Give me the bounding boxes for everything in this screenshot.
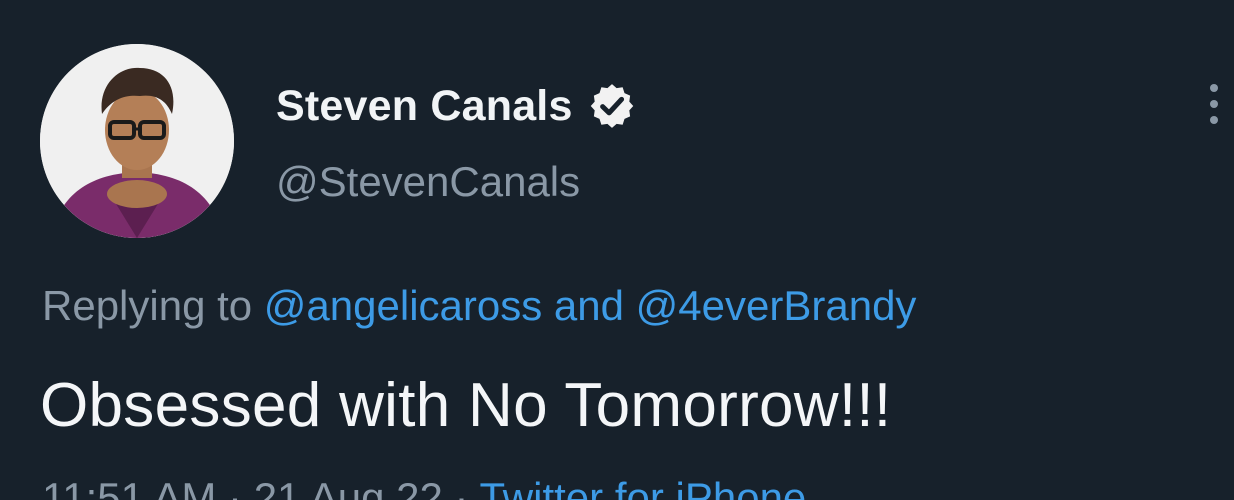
tweet-date[interactable]: 21 Aug 22: [254, 474, 443, 500]
tweet-time[interactable]: 11:51 AM: [42, 474, 216, 500]
mention-link-1[interactable]: @angelicaross: [264, 282, 542, 329]
author-handle[interactable]: @StevenCanals: [276, 158, 580, 206]
avatar[interactable]: [40, 44, 234, 238]
author-row: Steven Canals: [276, 78, 637, 134]
tweet-card: Steven Canals @StevenCanals Replying to …: [0, 0, 1234, 500]
tweet-meta: 11:51 AM · 21 Aug 22 · Twitter for iPhon…: [42, 474, 806, 500]
meta-separator-1: ·: [228, 474, 243, 500]
author-display-name[interactable]: Steven Canals: [276, 82, 573, 131]
mention-link-2[interactable]: @4everBrandy: [636, 282, 917, 329]
meta-separator-2: ·: [454, 474, 469, 500]
reply-prefix: Replying to: [42, 282, 253, 329]
tweet-text: Obsessed with No Tomorrow!!!: [40, 371, 892, 440]
reply-context: Replying to @angelicaross and @4everBran…: [42, 282, 916, 330]
verified-badge-icon: [590, 84, 633, 128]
tweet-source[interactable]: Twitter for iPhone: [479, 474, 806, 500]
avatar-image: [40, 44, 234, 238]
more-options-icon[interactable]: [1200, 80, 1228, 128]
reply-conjunction: and: [553, 282, 624, 329]
